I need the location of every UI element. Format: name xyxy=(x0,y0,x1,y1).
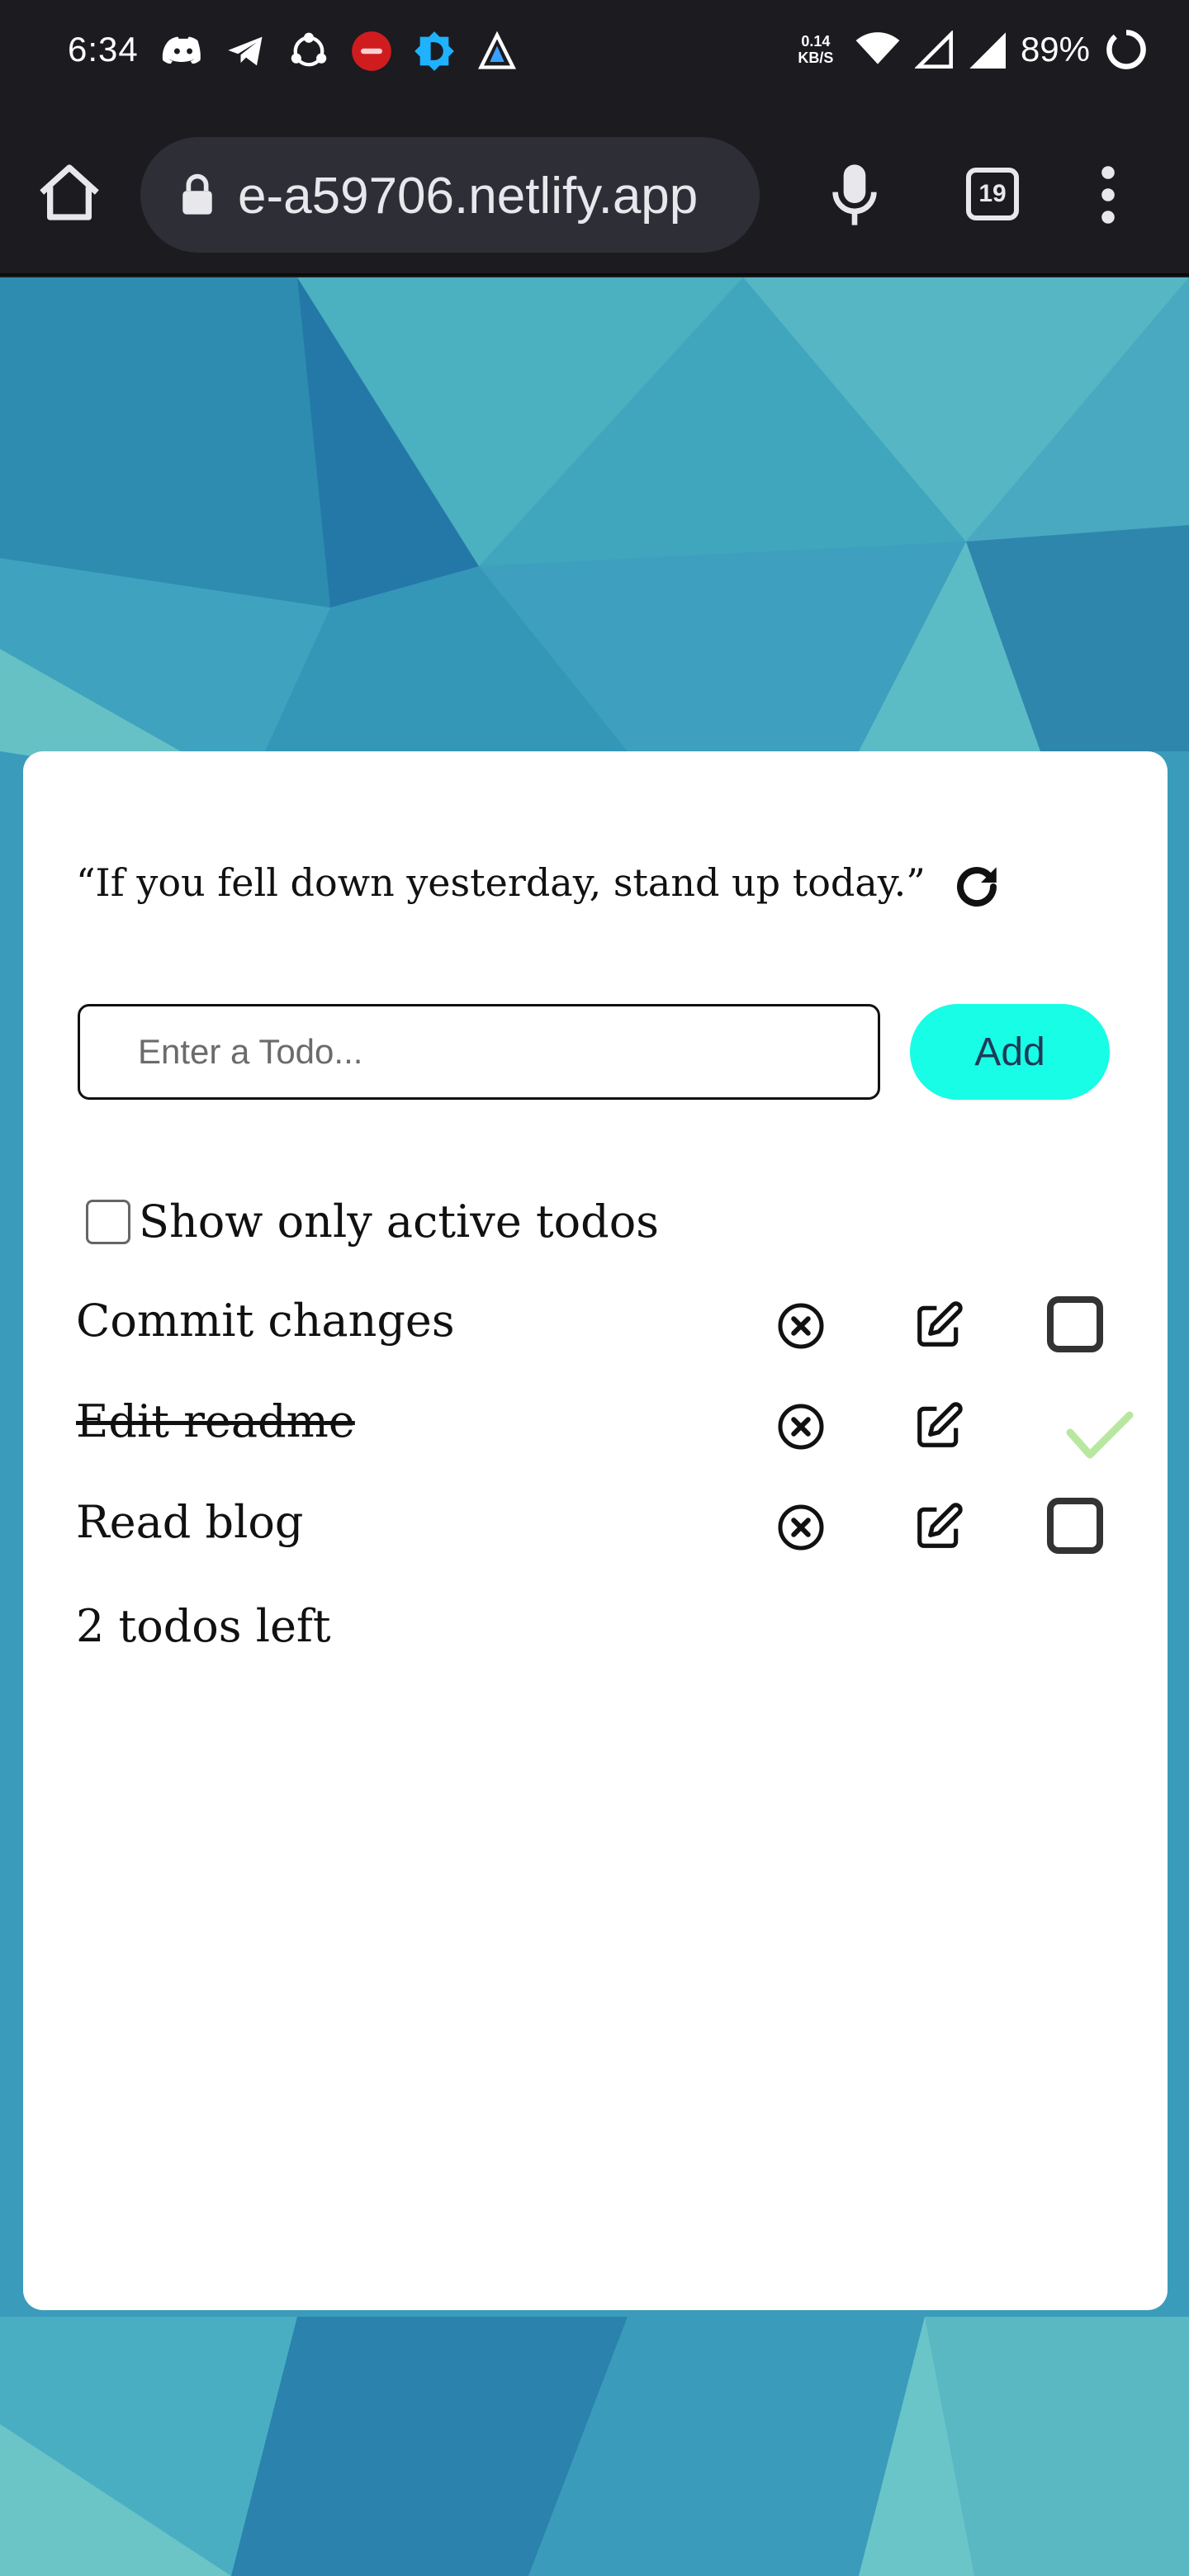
edit-icon[interactable] xyxy=(913,1400,964,1451)
lock-icon xyxy=(182,173,212,215)
todo-item-completed: Edit readme xyxy=(23,1379,1168,1470)
notification-icons xyxy=(162,30,519,73)
status-time: 6:34 xyxy=(68,30,139,69)
url-text: e-a59706.netlify.app xyxy=(238,168,699,225)
active-filter-label: Show only active todos xyxy=(139,1196,659,1248)
delete-icon[interactable] xyxy=(776,1402,826,1451)
active-filter: Show only active todos xyxy=(86,1196,659,1248)
network-speed-value: 0.14 xyxy=(801,33,831,50)
address-bar[interactable]: e-a59706.netlify.app xyxy=(140,137,760,253)
complete-checkbox[interactable] xyxy=(1047,1498,1103,1554)
home-icon[interactable] xyxy=(36,162,102,223)
app-a-icon xyxy=(477,31,517,69)
todo-text: Read blog xyxy=(76,1496,304,1548)
todo-input[interactable] xyxy=(78,1004,880,1100)
edit-icon[interactable] xyxy=(913,1501,964,1552)
delete-icon[interactable] xyxy=(776,1301,826,1351)
app-red-icon xyxy=(352,31,391,71)
edit-icon[interactable] xyxy=(913,1300,964,1351)
microphone-icon[interactable] xyxy=(830,162,879,228)
tab-switcher-button[interactable]: 19 xyxy=(966,168,1019,220)
refresh-quote-icon[interactable] xyxy=(952,862,1002,912)
app-blue-icon xyxy=(414,31,454,71)
network-speed: 0.14 KB/S xyxy=(791,33,841,66)
battery-ring-icon xyxy=(1106,30,1146,69)
todo-text: Edit readme xyxy=(76,1395,355,1447)
wifi-icon xyxy=(855,32,900,64)
check-mark-icon[interactable] xyxy=(1065,1410,1135,1460)
tab-count: 19 xyxy=(978,180,1007,207)
complete-checkbox[interactable] xyxy=(1047,1296,1103,1352)
network-speed-unit: KB/S xyxy=(798,50,834,66)
todo-text: Commit changes xyxy=(76,1295,455,1347)
quote-text: “If you fell down yesterday, stand up to… xyxy=(76,860,926,905)
status-bar: 6:34 0.14 KB/S 89% xyxy=(0,0,1189,111)
share-icon xyxy=(291,32,327,67)
delete-icon[interactable] xyxy=(776,1503,826,1552)
todos-left-count: 2 todos left xyxy=(76,1600,331,1652)
todo-card: “If you fell down yesterday, stand up to… xyxy=(23,751,1168,2310)
system-status: 0.14 KB/S 89% xyxy=(791,28,1148,71)
discord-icon xyxy=(162,36,201,64)
active-filter-checkbox[interactable] xyxy=(86,1199,130,1244)
signal-icon xyxy=(914,31,953,69)
todo-item: Read blog xyxy=(23,1480,1168,1570)
battery-percentage: 89% xyxy=(1020,30,1090,69)
telegram-icon xyxy=(228,36,263,66)
todo-item: Commit changes xyxy=(23,1278,1168,1369)
add-todo-button[interactable]: Add xyxy=(910,1004,1110,1100)
signal-icon-2 xyxy=(969,32,1006,69)
more-options-icon[interactable] xyxy=(1098,165,1118,225)
